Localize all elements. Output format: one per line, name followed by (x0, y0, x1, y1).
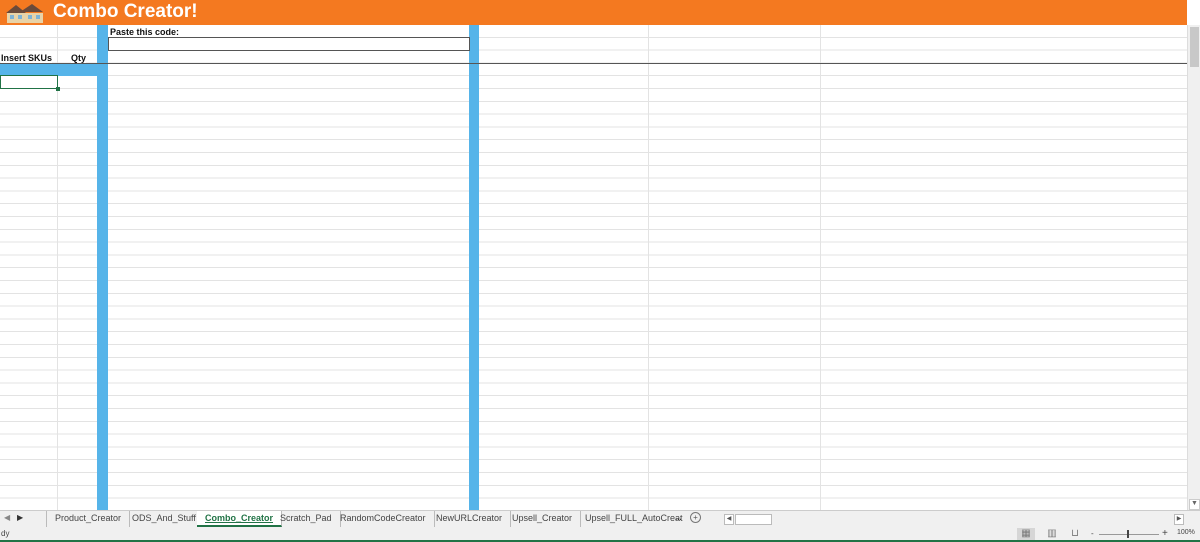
normal-view-icon[interactable]: ▦ (1017, 528, 1035, 540)
paste-code-cell[interactable] (108, 37, 470, 51)
zoom-level[interactable]: 100% (1177, 529, 1195, 536)
more-tabs-ellipsis[interactable]: ... (675, 513, 682, 522)
blue-column-divider (97, 25, 108, 510)
scroll-right-icon[interactable]: ▶ (1174, 514, 1184, 525)
column-divider (648, 25, 649, 510)
tab-upsell-full-autocreat[interactable]: Upsell_FULL_AutoCreat (577, 511, 691, 527)
page-break-view-icon[interactable]: ⊔ (1066, 528, 1084, 540)
page-layout-view-icon[interactable]: ▥ (1043, 528, 1061, 540)
tab-ods-and-stuff[interactable]: ODS_And_Stuff (124, 511, 205, 527)
sheet-tab-bar: ◀ ▶ Product_Creator ODS_And_Stuff Combo_… (0, 510, 1200, 527)
header-border (0, 63, 1187, 64)
tab-product-creator[interactable]: Product_Creator (46, 511, 131, 527)
horizontal-scrollbar[interactable]: ◀ ▶ (724, 514, 1184, 525)
insert-skus-header: Insert SKUs (1, 53, 53, 63)
title-banner: Combo Creator! (0, 0, 1187, 25)
zoom-in-button[interactable]: + (1162, 528, 1168, 539)
column-divider (57, 25, 58, 510)
scroll-left-icon[interactable]: ◀ (724, 514, 734, 525)
tab-newurlcreator[interactable]: NewURLCreator (428, 511, 512, 527)
scroll-down-icon[interactable]: ▼ (1189, 499, 1200, 510)
blue-column-divider (469, 25, 479, 510)
zoom-slider[interactable] (1099, 534, 1159, 535)
prev-sheet-icon[interactable]: ◀ (4, 513, 10, 522)
spreadsheet-grid[interactable] (0, 25, 1187, 510)
house-logo-icon (6, 4, 43, 23)
status-text: dy (1, 529, 10, 538)
qty-header: Qty (71, 53, 87, 63)
paste-code-label: Paste this code: (110, 27, 180, 37)
scroll-thumb[interactable] (1190, 27, 1199, 67)
zoom-slider-thumb[interactable] (1127, 530, 1129, 538)
page-title: Combo Creator! (53, 1, 198, 22)
next-sheet-icon[interactable]: ▶ (17, 513, 23, 522)
scroll-thumb[interactable] (735, 514, 772, 525)
status-bar: dy ▦ ▥ ⊔ - + 100% (0, 527, 1200, 542)
tab-randomcodecreator[interactable]: RandomCodeCreator (332, 511, 435, 527)
add-sheet-icon[interactable]: + (690, 512, 701, 523)
column-divider (820, 25, 821, 510)
tab-combo-creator[interactable]: Combo_Creator (197, 511, 283, 527)
zoom-out-button[interactable]: - (1091, 529, 1094, 538)
vertical-scrollbar[interactable]: ▼ (1187, 25, 1200, 510)
tab-upsell-creator[interactable]: Upsell_Creator (504, 511, 582, 527)
selected-cell[interactable] (0, 75, 60, 91)
tab-scratch-pad[interactable]: Scratch_Pad (272, 511, 341, 527)
